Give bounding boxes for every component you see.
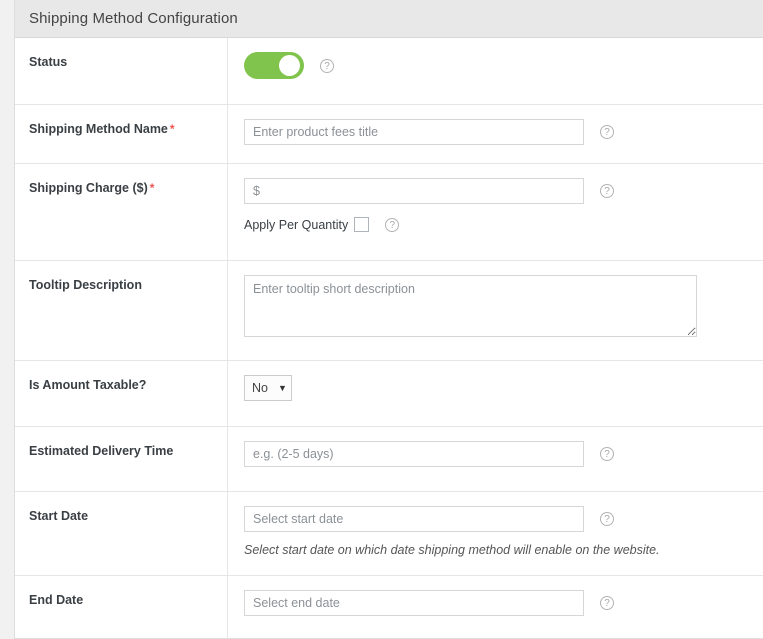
panel-header: Shipping Method Configuration — [15, 0, 763, 38]
label-estimated-delivery-time-text: Estimated Delivery Time — [29, 444, 174, 458]
status-toggle-knob — [279, 55, 300, 76]
status-toggle[interactable] — [244, 52, 304, 79]
form-row-shipping-method-name: Shipping Method Name* ? — [15, 105, 763, 164]
help-icon-status[interactable]: ? — [320, 58, 334, 73]
help-icon-estimated-delivery-time[interactable]: ? — [600, 447, 614, 461]
apply-per-quantity-group: Apply Per Quantity ? — [244, 217, 763, 232]
label-shipping-method-name: Shipping Method Name * — [15, 105, 228, 163]
label-shipping-charge: Shipping Charge ($) * — [15, 164, 228, 260]
label-estimated-delivery-time: Estimated Delivery Time — [15, 427, 228, 491]
label-tooltip-description: Tooltip Description — [15, 261, 228, 360]
form-row-shipping-charge: Shipping Charge ($)* ? Apply Per Quantit… — [15, 164, 763, 261]
label-shipping-charge-text: Shipping Charge ($) — [29, 181, 148, 195]
label-end-date-text: End Date — [29, 593, 84, 607]
end-date-input[interactable] — [244, 590, 584, 616]
label-shipping-method-name-text: Shipping Method Name — [29, 122, 168, 136]
field-shipping-method-name: ? — [228, 105, 763, 163]
field-tooltip-description — [228, 261, 763, 360]
shipping-charge-input[interactable] — [244, 178, 584, 204]
shipping-method-name-input[interactable] — [244, 119, 584, 145]
label-end-date: End Date — [15, 576, 228, 638]
label-start-date-text: Start Date — [29, 509, 89, 523]
start-date-hint: Select start date on which date shipping… — [244, 543, 660, 557]
form-row-end-date: End Date ? — [15, 576, 763, 638]
field-start-date: ? Select start date on which date shippi… — [228, 492, 763, 575]
label-tooltip-description-text: Tooltip Description — [29, 278, 142, 292]
field-end-date: ? — [228, 576, 763, 638]
form-row-estimated-delivery-time: Estimated Delivery Time ? — [15, 427, 763, 492]
required-asterisk-charge: * — [149, 181, 155, 195]
apply-per-quantity-checkbox[interactable] — [354, 217, 370, 232]
help-icon-start-date[interactable]: ? — [600, 512, 614, 526]
start-date-input[interactable] — [244, 506, 584, 532]
label-status-text: Status — [29, 55, 68, 69]
label-status: Status — [15, 38, 228, 104]
page-title: Shipping Method Configuration — [29, 10, 238, 27]
form-row-is-amount-taxable: Is Amount Taxable? No ▼ — [15, 361, 763, 427]
form-row-status: Status ? — [15, 38, 763, 105]
label-is-amount-taxable-text: Is Amount Taxable? — [29, 378, 147, 392]
field-estimated-delivery-time: ? — [228, 427, 763, 491]
is-amount-taxable-select[interactable]: No ▼ — [244, 375, 292, 401]
help-icon-shipping-charge[interactable]: ? — [600, 184, 614, 198]
estimated-delivery-time-input[interactable] — [244, 441, 584, 467]
field-shipping-charge: ? Apply Per Quantity ? — [228, 164, 763, 260]
apply-per-quantity-label: Apply Per Quantity — [244, 217, 349, 232]
field-is-amount-taxable: No ▼ — [228, 361, 763, 426]
label-start-date: Start Date — [15, 492, 228, 575]
required-asterisk-name: * — [169, 122, 175, 136]
tooltip-description-textarea[interactable] — [244, 275, 697, 337]
help-icon-shipping-method-name[interactable]: ? — [600, 125, 614, 139]
form-row-start-date: Start Date ? Select start date on which … — [15, 492, 763, 576]
shipping-method-configuration-panel: Shipping Method Configuration Status ? S… — [14, 0, 763, 639]
help-icon-end-date[interactable]: ? — [600, 596, 614, 610]
field-status: ? — [228, 38, 763, 104]
chevron-down-icon: ▼ — [277, 382, 287, 393]
label-is-amount-taxable: Is Amount Taxable? — [15, 361, 228, 426]
page-background: Shipping Method Configuration Status ? S… — [0, 0, 763, 639]
is-amount-taxable-selected-value: No — [252, 381, 268, 395]
form-row-tooltip-description: Tooltip Description — [15, 261, 763, 361]
help-icon-apply-per-quantity[interactable]: ? — [385, 217, 400, 232]
